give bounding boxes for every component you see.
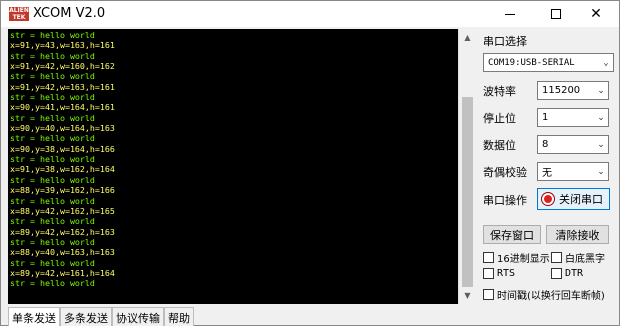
- minimize-button[interactable]: [487, 1, 533, 27]
- tab-protocol[interactable]: 协议传输: [112, 307, 164, 326]
- parity-label: 奇偶校验: [483, 166, 527, 179]
- app-logo-icon: ALIEN TEK: [9, 7, 29, 21]
- receive-terminal[interactable]: str = hello world x=91,y=43,w=163,h=161 st…: [8, 29, 463, 304]
- terminal-line: str = hello world: [10, 257, 95, 268]
- terminal-line: str = hello world: [10, 174, 95, 185]
- parity-value: 无: [542, 168, 552, 179]
- send-tabs: 单条发送 多条发送 协议传输 帮助: [8, 307, 194, 326]
- hex-display-checkbox[interactable]: [483, 252, 494, 263]
- dtr-option[interactable]: DTR: [551, 268, 583, 279]
- scroll-thumb[interactable]: [462, 97, 473, 287]
- rts-option[interactable]: RTS: [483, 268, 515, 279]
- terminal-line: str = hello world: [10, 236, 95, 247]
- chevron-down-icon: ⌄: [603, 57, 609, 68]
- hex-display-label: 16进制显示: [497, 254, 550, 265]
- clear-receive-button[interactable]: 清除接收: [546, 225, 609, 244]
- maximize-icon: [551, 9, 561, 19]
- port-select[interactable]: COM19:USB-SERIAL ⌄: [483, 53, 614, 72]
- stopbits-select[interactable]: 1 ⌄: [537, 108, 609, 127]
- terminal-line: x=89,y=42,w=161,h=164: [10, 267, 115, 278]
- settings-panel: 串口选择 COM19:USB-SERIAL ⌄ 波特率 115200 ⌄ 停止位…: [479, 29, 619, 326]
- terminal-line: str = hello world: [10, 50, 95, 61]
- databits-value: 8: [542, 139, 549, 150]
- terminal-line: str = hello world: [10, 71, 95, 82]
- dtr-checkbox[interactable]: [551, 268, 562, 279]
- title-bar[interactable]: ALIEN TEK XCOM V2.0 ✕: [1, 1, 619, 27]
- terminal-line: x=90,y=40,w=164,h=163: [10, 123, 115, 134]
- baud-label: 波特率: [483, 85, 516, 98]
- tab-multi-send[interactable]: 多条发送: [60, 307, 112, 326]
- dtr-label: DTR: [565, 268, 584, 279]
- port-value: COM19:USB-SERIAL: [488, 57, 575, 68]
- close-button[interactable]: ✕: [573, 1, 619, 27]
- chevron-down-icon: ⌄: [597, 166, 605, 177]
- rts-label: RTS: [497, 268, 516, 279]
- databits-select[interactable]: 8 ⌄: [537, 135, 609, 154]
- hex-display-option[interactable]: 16进制显示: [483, 250, 550, 265]
- terminal-line: str = hello world: [10, 30, 95, 40]
- xcom-window: ALIEN TEK XCOM V2.0 ✕ str = hello world x=…: [0, 0, 620, 326]
- terminal-line: x=88,y=39,w=162,h=166: [10, 185, 115, 196]
- terminal-line: x=91,y=38,w=162,h=164: [10, 164, 115, 175]
- white-bg-option[interactable]: 白底黑字: [551, 250, 605, 265]
- terminal-line: x=90,y=38,w=164,h=166: [10, 143, 115, 154]
- chevron-down-icon: ⌄: [597, 139, 605, 150]
- terminal-line: str = hello world: [10, 92, 95, 103]
- databits-label: 数据位: [483, 139, 516, 152]
- terminal-line: x=91,y=42,w=163,h=161: [10, 81, 115, 92]
- parity-select[interactable]: 无 ⌄: [537, 162, 609, 181]
- close-port-label: 关闭串口: [559, 193, 603, 206]
- timestamp-option[interactable]: 时间戳(以换行回车断帧): [483, 287, 605, 302]
- stopbits-value: 1: [542, 112, 549, 123]
- scroll-up-icon[interactable]: ▲: [459, 29, 476, 46]
- status-led-icon: [542, 193, 554, 205]
- terminal-line: str = hello world: [10, 154, 95, 165]
- serial-op-label: 串口操作: [483, 194, 527, 207]
- tab-help[interactable]: 帮助: [164, 307, 194, 326]
- terminal-line: str = hello world: [10, 216, 95, 227]
- terminal-line: str = hello world: [10, 195, 95, 206]
- stopbits-label: 停止位: [483, 112, 516, 125]
- terminal-line: str = hello world: [10, 112, 95, 123]
- port-select-label: 串口选择: [483, 35, 527, 48]
- rts-checkbox[interactable]: [483, 268, 494, 279]
- white-bg-label: 白底黑字: [565, 254, 605, 265]
- window-title: XCOM V2.0: [33, 6, 106, 21]
- scroll-down-icon[interactable]: ▼: [459, 287, 476, 304]
- terminal-line: x=89,y=42,w=162,h=163: [10, 226, 115, 237]
- timestamp-checkbox[interactable]: [483, 289, 494, 300]
- minimize-icon: [505, 13, 515, 15]
- terminal-line: x=88,y=42,w=162,h=165: [10, 205, 115, 216]
- terminal-line: str = hello world: [10, 133, 95, 144]
- white-bg-checkbox[interactable]: [551, 252, 562, 263]
- terminal-line: x=91,y=42,w=160,h=162: [10, 61, 115, 72]
- terminal-scrollbar[interactable]: ▲ ▼: [458, 29, 475, 304]
- terminal-line: str = hello world: [10, 278, 95, 289]
- close-port-button[interactable]: 关闭串口: [537, 188, 610, 210]
- timestamp-label: 时间戳(以换行回车断帧): [497, 291, 605, 302]
- terminal-line: x=88,y=40,w=163,h=163: [10, 247, 115, 258]
- baud-value: 115200: [542, 85, 581, 96]
- chevron-down-icon: ⌄: [597, 85, 605, 96]
- chevron-down-icon: ⌄: [597, 112, 605, 123]
- save-window-button[interactable]: 保存窗口: [483, 225, 541, 244]
- baud-select[interactable]: 115200 ⌄: [537, 81, 609, 100]
- tab-single-send[interactable]: 单条发送: [8, 307, 60, 326]
- terminal-line: x=90,y=41,w=164,h=161: [10, 102, 115, 113]
- terminal-line: x=91,y=43,w=163,h=161: [10, 40, 115, 51]
- close-icon: ✕: [590, 6, 602, 22]
